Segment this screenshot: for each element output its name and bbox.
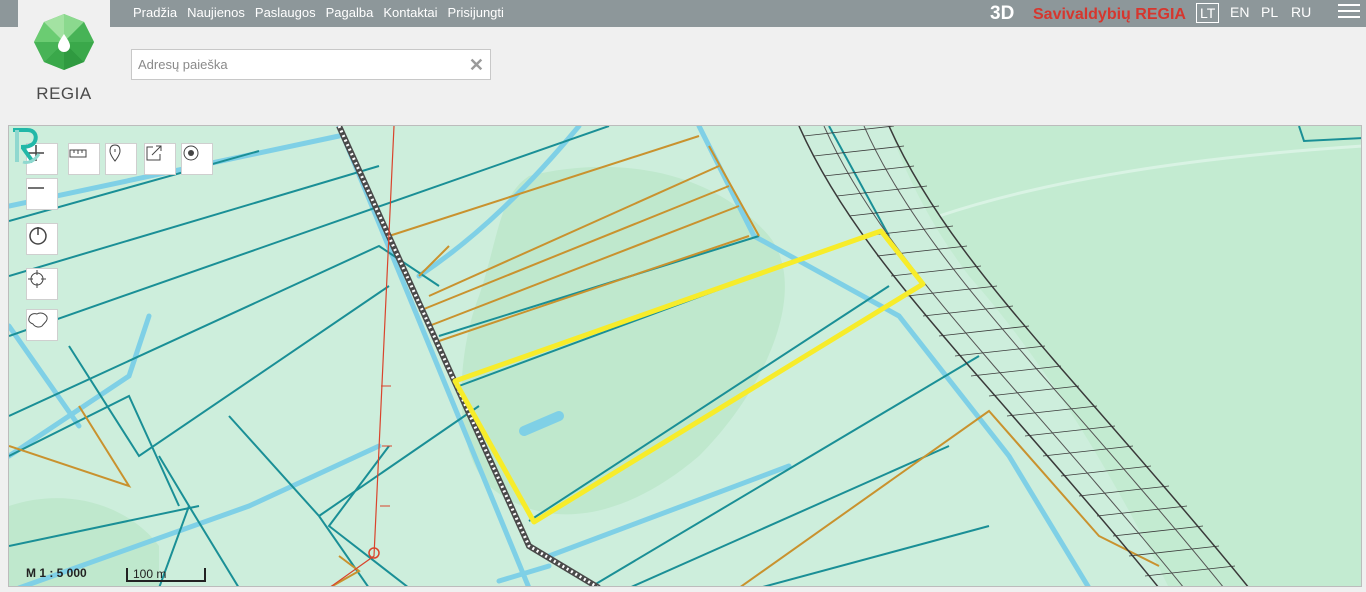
- logo-text: REGIA: [36, 84, 92, 103]
- nav-link-kontaktai[interactable]: Kontaktai: [383, 0, 437, 27]
- map-canvas[interactable]: [9, 126, 1362, 587]
- country-outline-icon: [28, 312, 48, 328]
- nav-link-pradzia[interactable]: Pradžia: [133, 0, 177, 27]
- share-button[interactable]: [144, 143, 176, 175]
- country-extent-button[interactable]: [26, 309, 58, 341]
- nav-link-naujienos[interactable]: Naujienos: [187, 0, 245, 27]
- crosshair-icon: [28, 270, 46, 288]
- target-icon: [183, 145, 199, 161]
- nav-link-paslaugos[interactable]: Paslaugos: [255, 0, 316, 27]
- ruler-icon: [69, 149, 87, 158]
- view-3d-button[interactable]: 3D: [990, 2, 1014, 26]
- power-icon: [29, 227, 47, 245]
- brand-title: Savivaldybių REGIA: [1033, 6, 1186, 23]
- map-view[interactable]: M 1 : 5 000 100 m: [8, 125, 1362, 587]
- regia-logo[interactable]: REGIA: [18, 0, 110, 110]
- lang-en-button[interactable]: EN: [1230, 3, 1249, 21]
- measure-button[interactable]: [68, 143, 100, 175]
- regia-logo-icon: [34, 14, 94, 70]
- main-nav: Pradžia Naujienos Paslaugos Pagalba Kont…: [133, 0, 514, 27]
- zoom-out-button[interactable]: [26, 178, 58, 210]
- power-button[interactable]: [26, 223, 58, 255]
- address-search-input[interactable]: [132, 50, 464, 79]
- marker-button[interactable]: [105, 143, 137, 175]
- lang-lt-button[interactable]: LT: [1196, 3, 1220, 23]
- top-bar: Pradžia Naujienos Paslaugos Pagalba Kont…: [0, 0, 1366, 27]
- clear-search-icon[interactable]: ✕: [469, 55, 484, 75]
- map-scale-label: M 1 : 5 000: [26, 566, 87, 580]
- nav-link-pagalba[interactable]: Pagalba: [326, 0, 374, 27]
- locate-button[interactable]: [181, 143, 213, 175]
- share-icon: [146, 145, 162, 161]
- marker-icon: [109, 144, 121, 162]
- address-search: ✕: [131, 49, 491, 80]
- map-scalebar: 100 m: [126, 568, 206, 582]
- nav-link-prisijungti[interactable]: Prisijungti: [448, 0, 504, 27]
- minus-icon: [28, 187, 44, 189]
- lang-ru-button[interactable]: RU: [1291, 3, 1311, 21]
- hamburger-menu-icon[interactable]: [1338, 4, 1360, 24]
- rc-logo-icon[interactable]: [9, 126, 43, 166]
- lang-pl-button[interactable]: PL: [1261, 3, 1278, 21]
- crosshair-button[interactable]: [26, 268, 58, 300]
